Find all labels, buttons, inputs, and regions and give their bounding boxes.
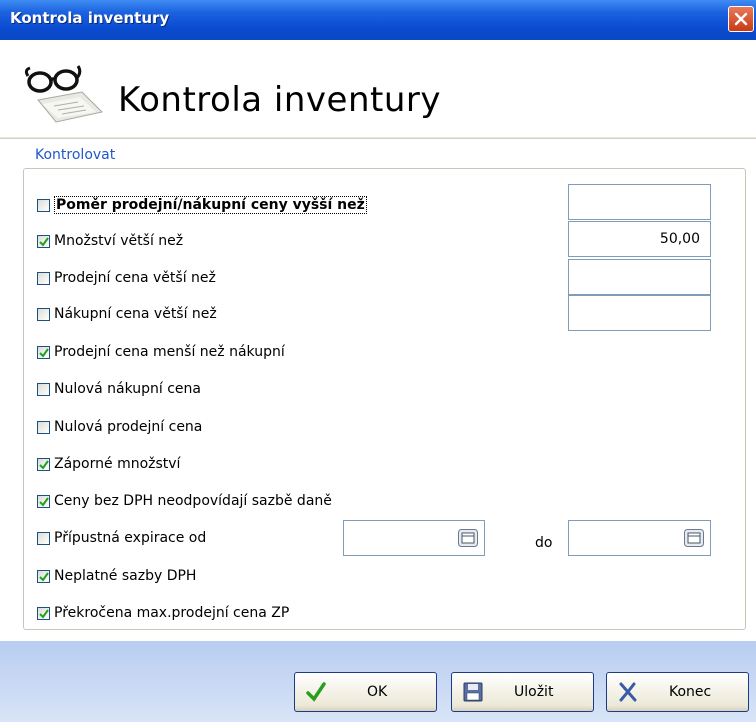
checkbox-negative-quantity[interactable] bbox=[37, 457, 50, 471]
floppy-disk-icon bbox=[463, 682, 483, 702]
checkmark-icon bbox=[39, 608, 49, 619]
save-button[interactable]: Uložit bbox=[451, 672, 594, 712]
quantity-input[interactable] bbox=[568, 221, 711, 257]
ok-button[interactable]: OK bbox=[294, 672, 437, 712]
expiry-from-field[interactable] bbox=[343, 520, 485, 556]
ok-label: OK bbox=[367, 684, 388, 700]
checkbox-sell-price[interactable] bbox=[37, 271, 50, 285]
option-zero-buy-price[interactable]: Nulová nákupní cena bbox=[37, 378, 201, 400]
checkmark-icon bbox=[39, 496, 49, 507]
option-label: Prodejní cena menší než nákupní bbox=[54, 344, 285, 360]
checkbox-buy-price[interactable] bbox=[37, 307, 50, 321]
checkmark-icon bbox=[39, 571, 49, 582]
checkbox-ratio[interactable] bbox=[37, 198, 50, 212]
option-label: Neplatné sazby DPH bbox=[54, 568, 197, 584]
option-label: Prodejní cena větší než bbox=[54, 270, 216, 286]
close-window-button[interactable] bbox=[728, 6, 754, 32]
option-label: Nulová nákupní cena bbox=[54, 381, 201, 397]
option-quantity[interactable]: Množství větší než bbox=[37, 230, 183, 252]
checkbox-max-price[interactable] bbox=[37, 606, 50, 620]
save-label: Uložit bbox=[514, 684, 554, 700]
dialog-window: Kontrola inventury Kontrola inventury Ko… bbox=[0, 0, 756, 722]
checkbox-zero-sell-price[interactable] bbox=[37, 420, 50, 434]
buy-price-input[interactable] bbox=[568, 295, 711, 331]
calendar-icon[interactable] bbox=[684, 529, 704, 547]
title-bar[interactable]: Kontrola inventury bbox=[0, 0, 756, 40]
calendar-icon[interactable] bbox=[458, 529, 478, 547]
checkmark-icon bbox=[39, 459, 49, 470]
checkmark-icon bbox=[306, 682, 326, 702]
expiry-to-label: do bbox=[535, 535, 553, 551]
option-expiry[interactable]: Přípustná expirace od bbox=[37, 527, 206, 549]
option-label: Nulová prodejní cena bbox=[54, 419, 203, 435]
close-label: Konec bbox=[669, 684, 712, 700]
option-negative-quantity[interactable]: Záporné množství bbox=[37, 453, 180, 475]
window-title: Kontrola inventury bbox=[10, 9, 170, 27]
option-vat-mismatch[interactable]: Ceny bez DPH neodpovídají sazbě daně bbox=[37, 490, 332, 512]
option-ratio[interactable]: Poměr prodejní/nákupní ceny vyšší než bbox=[37, 194, 367, 216]
checkmark-icon bbox=[39, 347, 49, 358]
group-label: Kontrolovat bbox=[32, 147, 119, 163]
option-max-price[interactable]: Překročena max.prodejní cena ZP bbox=[37, 602, 289, 624]
dialog-header: Kontrola inventury bbox=[0, 40, 756, 137]
option-label: Překročena max.prodejní cena ZP bbox=[54, 605, 290, 621]
expiry-to-field[interactable] bbox=[568, 520, 711, 556]
checkbox-zero-buy-price[interactable] bbox=[37, 382, 50, 396]
checkbox-sell-below-buy[interactable] bbox=[37, 345, 50, 359]
option-buy-price[interactable]: Nákupní cena větší než bbox=[37, 303, 217, 325]
option-sell-below-buy[interactable]: Prodejní cena menší než nákupní bbox=[37, 341, 285, 363]
option-label: Poměr prodejní/nákupní ceny vyšší než bbox=[54, 196, 367, 214]
checkmark-icon bbox=[39, 236, 49, 247]
option-label: Nákupní cena větší než bbox=[54, 306, 217, 322]
close-icon bbox=[734, 12, 748, 26]
checkbox-expiry[interactable] bbox=[37, 531, 50, 545]
checkbox-quantity[interactable] bbox=[37, 234, 50, 248]
sell-price-input[interactable] bbox=[568, 259, 711, 295]
option-zero-sell-price[interactable]: Nulová prodejní cena bbox=[37, 416, 202, 438]
checkbox-invalid-vat[interactable] bbox=[37, 569, 50, 583]
option-sell-price[interactable]: Prodejní cena větší než bbox=[37, 267, 216, 289]
page-title: Kontrola inventury bbox=[118, 80, 441, 120]
glasses-document-icon bbox=[24, 65, 104, 123]
option-label: Přípustná expirace od bbox=[54, 530, 207, 546]
cross-icon bbox=[619, 682, 637, 702]
option-label: Ceny bez DPH neodpovídají sazbě daně bbox=[54, 493, 332, 509]
option-label: Množství větší než bbox=[54, 233, 184, 249]
close-button[interactable]: Konec bbox=[606, 672, 749, 712]
ratio-input[interactable] bbox=[568, 184, 711, 220]
checkbox-vat-mismatch[interactable] bbox=[37, 494, 50, 508]
option-invalid-vat[interactable]: Neplatné sazby DPH bbox=[37, 565, 196, 587]
option-label: Záporné množství bbox=[54, 456, 181, 472]
